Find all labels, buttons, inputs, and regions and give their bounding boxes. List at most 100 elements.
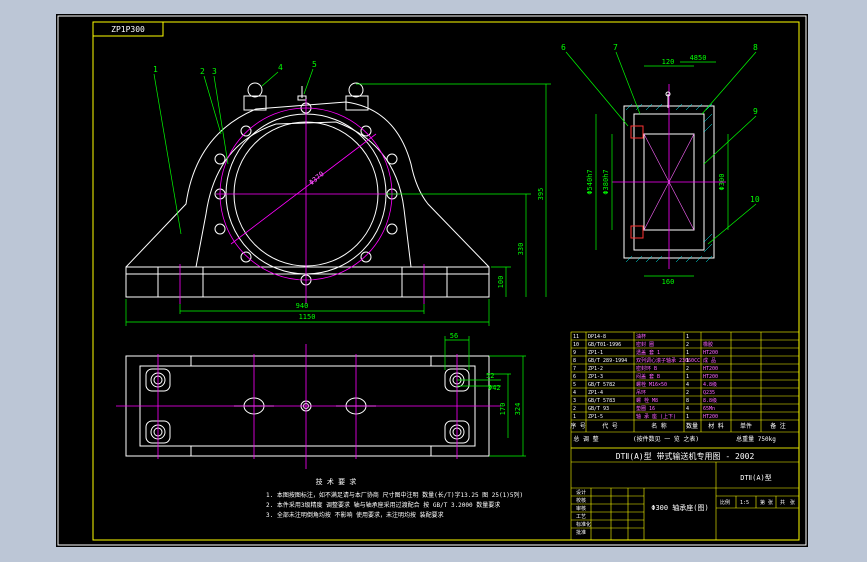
header-material: 材 料 <box>708 422 724 430</box>
parts-cell: 4 <box>573 390 576 396</box>
label-review: 审核 <box>576 505 586 512</box>
code-box-text: ZP1P300 <box>111 25 145 34</box>
parts-cell: HT200 <box>703 414 718 420</box>
label-design: 设计 <box>576 489 586 496</box>
parts-cell: 4 <box>686 382 689 388</box>
parts-table-rows: 11 DP14-8 油杯 110 GB/T01-1996 密封 圈 2 橡胶9 ZP1-1 透盖 … <box>573 333 718 420</box>
balloon-8: 8 <box>753 43 758 52</box>
balloon-7: 7 <box>613 43 618 52</box>
parts-cell: ZP1-1 <box>588 350 603 356</box>
parts-cell: 9 <box>573 350 576 356</box>
parts-cell: 成 品 <box>703 357 716 364</box>
parts-cell: 1 <box>573 414 576 420</box>
title-series: DTⅡ(A)型 带式输送机专用图 - 2002 <box>616 451 755 461</box>
label-scale: 比例 <box>720 499 730 506</box>
parts-table-header: 序 号 代 号 名 称 数量 材 料 单件 备 注 <box>570 422 786 430</box>
title-block[interactable] <box>570 447 800 541</box>
section-dim-inner: Φ380h7 <box>602 169 610 194</box>
subheader-1: 总 调 整 <box>573 435 598 443</box>
parts-cell: 螺栓 M16×50 <box>636 381 667 388</box>
parts-cell: 1 <box>686 350 689 356</box>
header-unit: 单件 <box>740 422 752 430</box>
front-centerlines <box>179 99 425 304</box>
front-view[interactable] <box>125 82 490 298</box>
label-total-unit: 张 <box>790 499 795 506</box>
parts-cell: 8 <box>686 398 689 404</box>
outer-frame <box>57 15 807 546</box>
header-name: 名 称 <box>651 422 667 430</box>
parts-table[interactable]: 11 DP14-8 油杯 110 GB/T01-1996 密封 圈 2 橡胶9 ZP1-1 透盖 … <box>570 331 800 449</box>
balloon-3: 3 <box>212 67 217 76</box>
parts-cell: 吊环 <box>636 390 646 396</box>
subheader-2: (按件数见 一 览 之表) <box>633 435 699 443</box>
parts-cell: 1 <box>686 334 689 340</box>
label-sheet-unit: 张 <box>768 499 773 506</box>
title-block-texts: DTⅡ(A)型 带式输送机专用图 - 2002 DTⅡ(A)型 Φ300 轴承座… <box>576 451 795 536</box>
dim-base-height: 100 <box>497 276 505 289</box>
parts-cell: GB/T 93 <box>588 406 609 412</box>
lifting-ring-right[interactable] <box>348 82 364 98</box>
parts-cell: GB/T 289-1994 <box>588 358 627 364</box>
parts-cell: 2 <box>573 406 576 412</box>
parts-cell: 4.8级 <box>703 381 717 388</box>
title-code: DTⅡ(A)型 <box>740 473 772 482</box>
parts-cell: 1 <box>686 414 689 420</box>
parts-cell: 橡胶 <box>703 341 713 348</box>
parts-cell: 透盖 套 1 <box>636 349 660 356</box>
balloon-5: 5 <box>312 60 317 69</box>
label-scale-value: 1:5 <box>740 500 749 506</box>
section-dim-outer: Φ540h7 <box>586 169 594 194</box>
label-check: 校核 <box>576 497 586 504</box>
section-dim-bore: Φ300 <box>718 174 726 191</box>
dim-bore: Φ370 <box>308 170 326 187</box>
parts-cell: 2 <box>686 342 689 348</box>
subheader-3: 总重量 750kg <box>736 435 776 443</box>
parts-table-grid <box>570 331 800 449</box>
dim-height-total: 395 <box>537 188 545 201</box>
lifting-ring-left[interactable] <box>247 82 263 98</box>
parts-cell: 65Mn <box>703 406 715 412</box>
notes-line-3: 3. 全部未注明倒角均按 不影响 使用要求，未注明均按 装配要求 <box>266 511 444 519</box>
parts-cell: ZP1-4 <box>588 390 603 396</box>
parts-cell: 轴 承 座 (上下) <box>636 413 676 420</box>
dim-hole-span: 940 <box>296 302 309 310</box>
section-dimensions <box>565 51 757 277</box>
top-dim-width-b: 324 <box>514 403 522 416</box>
cad-drawing-svg[interactable]: ZP1P300 395 330 100 940 1150 Φ370 1 2 3 … <box>56 14 808 547</box>
parts-cell: Q235 <box>703 390 715 396</box>
balloon-6: 6 <box>561 43 566 52</box>
parts-cell: 螺 栓 M8 <box>636 397 658 404</box>
parts-cell: HT200 <box>703 374 718 380</box>
top-dim-slot-b: 52 <box>486 372 494 380</box>
top-dim-slot: 56 <box>450 332 458 340</box>
top-dim-width-a: 170 <box>499 403 507 416</box>
label-process: 工艺 <box>576 514 586 520</box>
parts-cell: 油杯 <box>636 333 646 340</box>
notes-line-1: 1. 本图按图标注，如不满足请与本厂协商 尺寸图中注明 数量(长/T)字13.2… <box>266 491 523 499</box>
header-qty: 数量 <box>686 422 698 430</box>
parts-cell: 7 <box>573 366 576 372</box>
label-total: 共 <box>780 499 785 506</box>
dim-overall-length: 1150 <box>299 313 316 321</box>
label-approve: 批准 <box>576 529 586 536</box>
dim-center-height: 330 <box>517 243 525 256</box>
top-dim-hole: Φ42 <box>488 384 501 392</box>
parts-cell: ZP1-3 <box>588 374 603 380</box>
drawing-canvas[interactable]: ZP1P300 395 330 100 940 1150 Φ370 1 2 3 … <box>56 14 808 547</box>
parts-cell: 2 <box>686 390 689 396</box>
parts-cell: 3 <box>573 398 576 404</box>
parts-cell: HT200 <box>703 350 718 356</box>
parts-cell: GB/T 5783 <box>588 398 615 404</box>
section-view[interactable] <box>612 84 726 269</box>
parts-cell: GB/T01-1996 <box>588 342 621 348</box>
parts-cell: 1 <box>686 358 689 364</box>
parts-cell: ZP1-2 <box>588 366 603 372</box>
parts-cell: 10 <box>573 342 579 348</box>
front-balloon-texts: 1 2 3 4 5 <box>153 60 317 76</box>
parts-cell: ZP1-5 <box>588 414 603 420</box>
app-window: ZP1P300 395 330 100 940 1150 Φ370 1 2 3 … <box>0 0 867 562</box>
notes-line-2: 2. 本件采用3级精度 调整要求 轴与轴承座采用过渡配合 按 GB/T 3.20… <box>266 501 500 509</box>
parts-cell: DP14-8 <box>588 334 606 340</box>
parts-cell: GB/T 5782 <box>588 382 615 388</box>
parts-cell: 2 <box>686 366 689 372</box>
